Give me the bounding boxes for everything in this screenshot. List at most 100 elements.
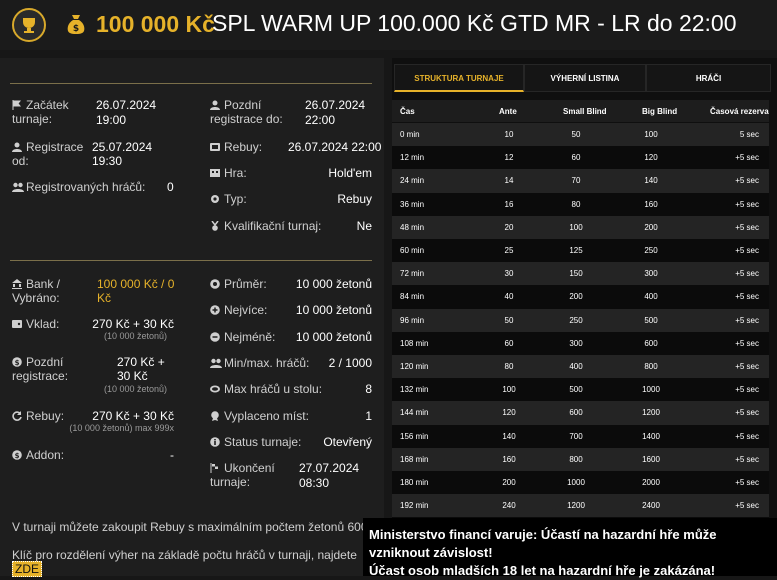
prize-key-link[interactable]: ZDE (12, 561, 42, 577)
cell-time: 12 min (400, 153, 424, 162)
table-row: 96 min50250500+5 sec (392, 309, 769, 333)
cell-ante: 12 (489, 153, 529, 162)
cell-big-blind: 800 (626, 362, 676, 371)
most-value: 10 000 žetonů (290, 303, 372, 317)
table-icon (210, 383, 220, 393)
deposit-chips: (10 000 žetonů) (80, 331, 167, 342)
cell-ante: 25 (489, 246, 529, 255)
cell-time-bank: +5 sec (735, 478, 759, 487)
table-row: 24 min1470140+5 sec (392, 169, 769, 193)
divider (10, 83, 372, 84)
prize-amount: 100 000 Kč (96, 11, 215, 38)
end-time: 08:30 (299, 476, 329, 490)
table-row: 192 min24012002400+5 sec (392, 494, 769, 518)
table-header: Čas Ante Small Blind Big Blind Časová re… (392, 100, 769, 122)
cell-time-bank: +5 sec (735, 385, 759, 394)
table-row: 12 min1260120+5 sec (392, 146, 769, 170)
cell-big-blind: 500 (626, 316, 676, 325)
divider (10, 260, 372, 261)
bank-value: 100 000 Kč / 0 Kč (97, 277, 177, 305)
cell-big-blind: 250 (626, 246, 676, 255)
cell-time: 168 min (400, 455, 428, 464)
cell-ante: 40 (489, 292, 529, 301)
rebuy-deadline: 26.07.2024 22:00 (288, 140, 381, 154)
cell-big-blind: 1000 (626, 385, 676, 394)
svg-text:$: $ (73, 24, 79, 34)
start-date: 26.07.2024 (96, 98, 156, 112)
award-icon (210, 410, 220, 420)
min-max-players-value: 2 / 1000 (290, 356, 372, 370)
cell-time-bank: +5 sec (735, 362, 759, 371)
refresh-icon (210, 141, 220, 151)
users-icon (12, 181, 22, 191)
game-label: Hra: (210, 166, 247, 180)
cell-time: 108 min (400, 339, 428, 348)
late-fee-chips: (10 000 žetonů) (80, 384, 167, 395)
cell-big-blind: 120 (626, 153, 676, 162)
average-label: Průměr: (210, 277, 267, 291)
type-label: Typ: (210, 192, 247, 206)
casino-logo-icon[interactable] (12, 8, 46, 42)
registration-time: 19:30 (92, 154, 122, 168)
table-row: 144 min1206001200+5 sec (392, 401, 769, 425)
cell-ante: 80 (489, 362, 529, 371)
cell-time-bank: +5 sec (735, 432, 759, 441)
prize-note-text: Klíč pro rozdělení výher na základě počt… (12, 548, 357, 562)
prize-note: Klíč pro rozdělení výher na základě počt… (12, 548, 384, 576)
cell-time: 156 min (400, 432, 428, 441)
cell-small-blind: 250 (551, 316, 601, 325)
cell-ante: 160 (489, 455, 529, 464)
bank-icon (12, 278, 22, 288)
least-label: Nejméně: (210, 330, 275, 344)
addon-value: - (150, 448, 174, 462)
cell-time-bank: +5 sec (735, 223, 759, 232)
table-row: 0 min10501005 sec (392, 123, 769, 147)
cell-time: 120 min (400, 362, 428, 371)
table-row: 132 min1005001000+5 sec (392, 378, 769, 402)
svg-text:$: $ (15, 359, 20, 367)
cell-time-bank: +5 sec (735, 269, 759, 278)
medal-icon (210, 220, 220, 230)
cell-small-blind: 400 (551, 362, 601, 371)
game-value: Hold'em (290, 166, 372, 180)
cell-big-blind: 400 (626, 292, 676, 301)
table-row: 156 min1407001400+5 sec (392, 425, 769, 449)
cell-time: 144 min (400, 408, 428, 417)
cell-ante: 200 (489, 478, 529, 487)
end-label: Ukončení turnaje: (210, 461, 295, 489)
cell-time-bank: +5 sec (735, 200, 759, 209)
tab-players[interactable]: HRÁČI (646, 64, 771, 92)
plus-circle-icon (210, 304, 220, 314)
dollar-icon: $ (12, 356, 22, 366)
cell-big-blind: 1600 (626, 455, 676, 464)
late-registration-time: 22:00 (305, 113, 335, 127)
rebuy-fee-chips: (10 000 žetonů) max 999x (40, 423, 174, 434)
table-row: 168 min1608001600+5 sec (392, 448, 769, 472)
most-label: Nejvíce: (210, 303, 267, 317)
cell-small-blind: 700 (551, 432, 601, 441)
table-row: 84 min40200400+5 sec (392, 285, 769, 309)
cell-small-blind: 1200 (551, 501, 601, 510)
wallet-icon (12, 318, 22, 328)
table-row: 48 min20100200+5 sec (392, 216, 769, 240)
cell-big-blind: 1200 (626, 408, 676, 417)
tournament-info-panel: Začátek turnaje: 26.07.2024 19:00 Pozdní… (0, 58, 384, 576)
table-row: 120 min 80 400 800 +5 sec (392, 355, 769, 379)
status-value: Otevřený (290, 435, 372, 449)
cell-ante: 100 (489, 385, 529, 394)
table-row: 36 min1680160+5 sec (392, 193, 769, 217)
cell-ante: 14 (489, 176, 529, 185)
tab-prize-list[interactable]: VÝHERNÍ LISTINA (524, 64, 646, 92)
cell-small-blind: 150 (551, 269, 601, 278)
addon-label: $Addon: (12, 448, 64, 462)
tournament-title: SPL WARM UP 100.000 Kč GTD MR - LR do 22… (212, 10, 737, 37)
max-table-players-value: 8 (290, 382, 372, 396)
cell-ante: 30 (489, 269, 529, 278)
cell-big-blind: 2000 (626, 478, 676, 487)
cell-time: 192 min (400, 501, 428, 510)
cell-ante: 140 (489, 432, 529, 441)
cell-small-blind: 200 (551, 292, 601, 301)
table-row: 72 min30150300+5 sec (392, 262, 769, 286)
tab-structure[interactable]: STRUKTURA TURNAJE (394, 64, 524, 92)
end-date: 27.07.2024 (299, 461, 359, 475)
